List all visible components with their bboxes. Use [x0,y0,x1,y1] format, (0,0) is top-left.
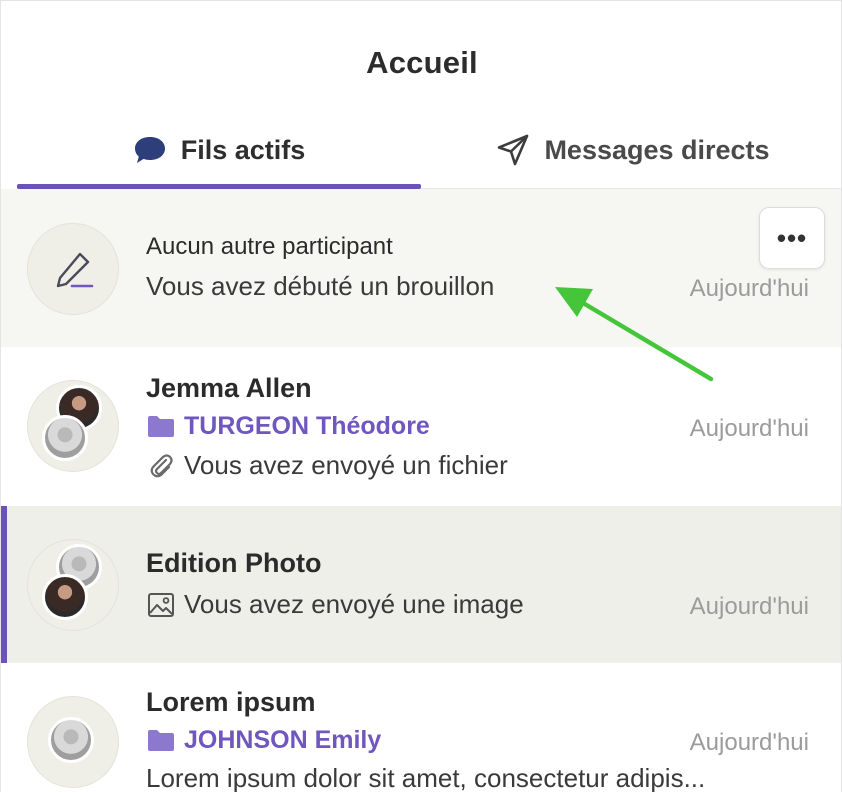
tab-direct-messages[interactable]: Messages directs [425,111,841,189]
folder-icon [146,411,176,441]
preview-text: Vous avez débuté un brouillon [146,271,495,301]
avatar-photo [42,574,88,620]
tab-active-threads[interactable]: Fils actifs [17,111,421,189]
thread-preview: Lorem ipsum dolor sit amet, consectetur … [146,763,705,792]
folder-name: JOHNSON Emily [184,725,382,754]
more-options-button[interactable]: ••• [759,207,825,269]
image-icon [146,590,176,620]
thread-title: Aucun autre participant [146,233,393,260]
preview-text: Vous avez envoyé un fichier [184,450,508,480]
thread-date: Aujourd'hui [689,275,809,302]
folder-tag[interactable]: TURGEON Théodore [146,411,430,441]
avatar [27,223,119,315]
preview-text: Vous avez envoyé une image [184,589,524,619]
folder-name: TURGEON Théodore [184,411,430,440]
avatar [27,696,119,788]
folder-icon [146,725,176,755]
avatar-photo [48,717,94,763]
thread-title: Edition Photo [146,548,322,578]
tab-bar: Fils actifs Messages directs [17,111,841,189]
thread-row-draft[interactable]: Aucun autre participant Vous avez débuté… [1,189,841,347]
thread-date: Aujourd'hui [689,729,809,756]
thread-row-lorem-ipsum[interactable]: Lorem ipsum JOHNSON Emily Aujourd'hui Lo… [1,663,841,792]
chat-bubble-icon [133,133,167,167]
folder-tag[interactable]: JOHNSON Emily [146,725,381,755]
tab-label: Fils actifs [180,134,306,165]
thread-preview: Vous avez envoyé un fichier [146,450,508,481]
thread-title: Lorem ipsum [146,687,316,717]
thread-row-jemma-allen[interactable]: Jemma Allen TURGEON Théodore Aujourd'hui… [1,347,841,506]
preview-text: Lorem ipsum dolor sit amet, consectetur … [146,763,706,792]
avatar-group [27,539,119,631]
app-frame: Accueil Fils actifs Messages directs Auc… [0,0,842,792]
thread-row-edition-photo[interactable]: Edition Photo Vous avez envoyé une image… [1,506,841,663]
page-title: Accueil [366,45,478,80]
thread-title: Jemma Allen [146,373,312,403]
tab-label: Messages directs [544,134,770,165]
thread-date: Aujourd'hui [689,415,809,442]
pencil-icon [50,246,98,294]
thread-preview: Vous avez débuté un brouillon [146,271,494,302]
selected-indicator [1,506,7,663]
avatar-photo [42,415,88,461]
thread-preview: Vous avez envoyé une image [146,589,524,620]
send-icon [496,133,530,167]
thread-date: Aujourd'hui [689,593,809,620]
avatar-group [27,380,119,472]
paperclip-icon [146,451,176,481]
